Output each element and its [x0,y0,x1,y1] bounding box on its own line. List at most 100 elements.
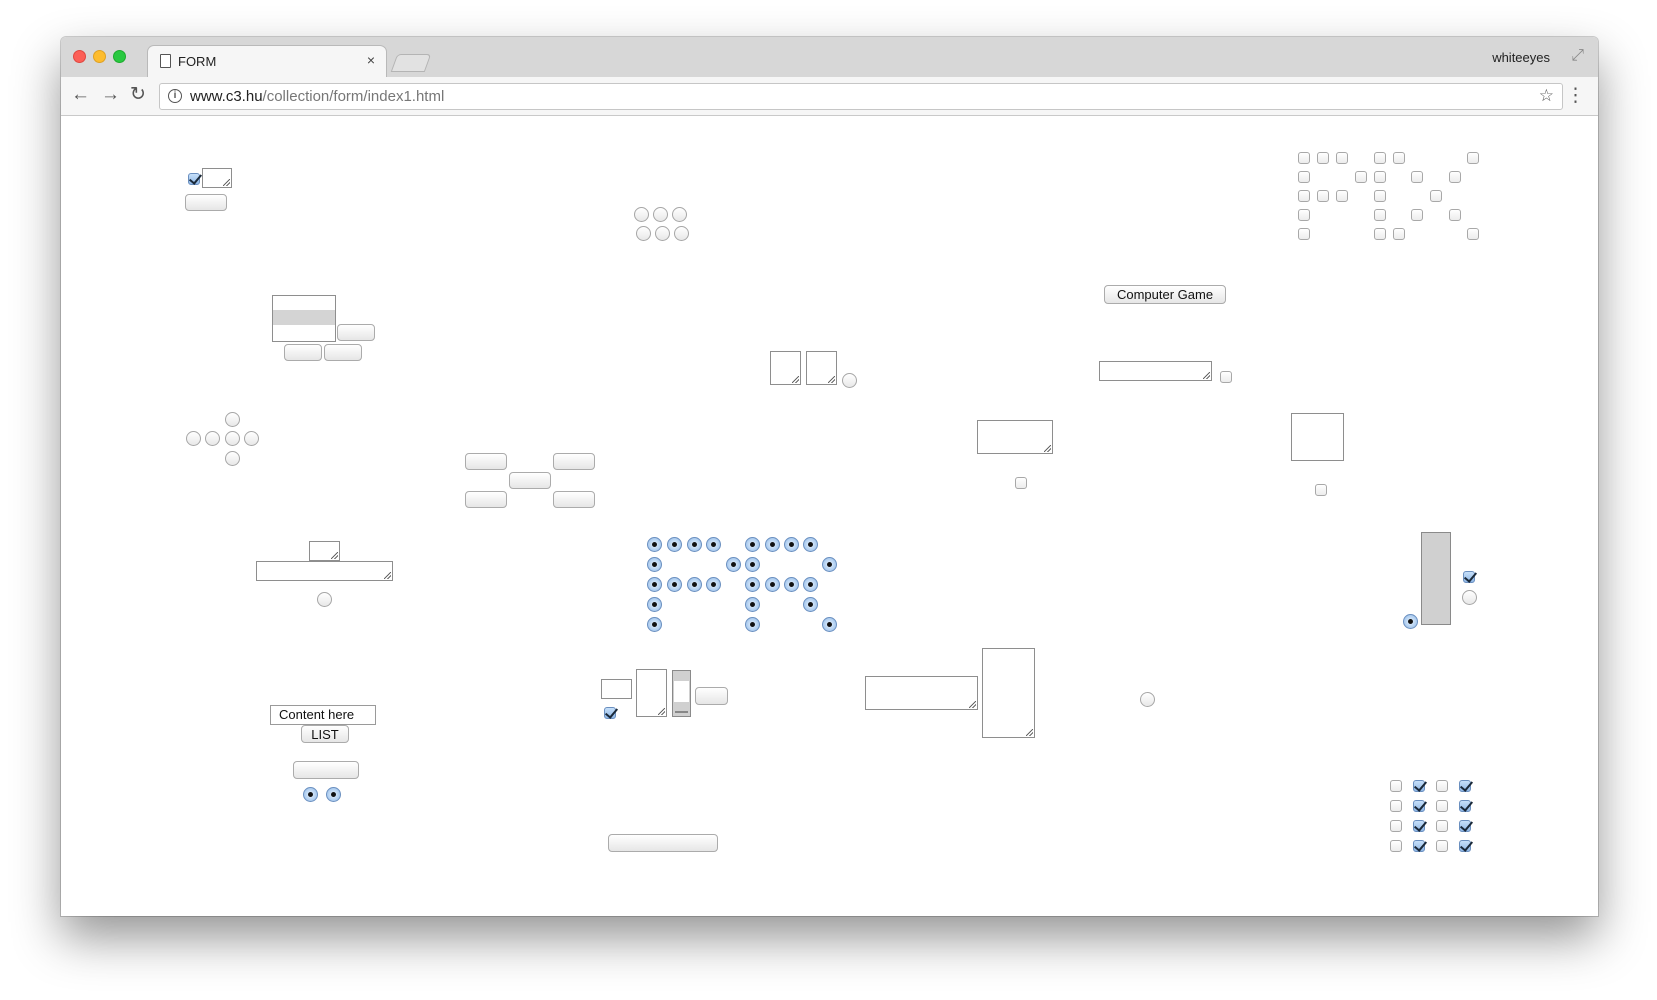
blank-button[interactable] [553,491,595,508]
textarea[interactable] [865,676,978,710]
checkbox[interactable] [1015,477,1027,489]
radio-button[interactable] [647,597,662,612]
radio-button[interactable] [745,597,760,612]
info-icon[interactable]: i [168,89,182,103]
checkbox[interactable] [1317,152,1329,164]
radio-button[interactable] [745,577,760,592]
textarea[interactable] [636,669,667,717]
checkbox[interactable] [1220,371,1232,383]
radio-button[interactable] [745,557,760,572]
radio-button[interactable] [706,577,721,592]
tab-close-icon[interactable]: × [367,52,375,68]
radio-button[interactable] [225,451,240,466]
url-text[interactable]: www.c3.hu/collection/form/index1.html [190,88,444,105]
checkbox[interactable] [1390,840,1402,852]
checkbox[interactable] [1390,780,1402,792]
profile-name[interactable]: whiteeyes [1492,50,1550,65]
blank-button[interactable] [553,453,595,470]
checkbox[interactable] [1413,780,1425,792]
radio-button[interactable] [822,557,837,572]
address-bar[interactable]: i www.c3.hu/collection/form/index1.html … [159,83,1563,110]
radio-button[interactable] [672,207,687,222]
radio-button[interactable] [1462,590,1477,605]
checkbox[interactable] [1436,800,1448,812]
radio-button[interactable] [784,537,799,552]
radio-button[interactable] [303,787,318,802]
checkbox[interactable] [1298,209,1310,221]
radio-button[interactable] [647,537,662,552]
checkbox[interactable] [1298,228,1310,240]
checkbox[interactable] [1436,820,1448,832]
radio-button[interactable] [667,577,682,592]
radio-button[interactable] [317,592,332,607]
checkbox[interactable] [1374,190,1386,202]
listbox[interactable] [272,295,336,342]
checkbox[interactable] [1298,190,1310,202]
maximize-window-button[interactable] [113,50,126,63]
checkbox[interactable] [1467,152,1479,164]
radio-button[interactable] [655,226,670,241]
radio-button[interactable] [803,597,818,612]
checkbox[interactable] [1459,800,1471,812]
menu-dots-icon[interactable]: ⋮ [1566,84,1585,107]
blank-button[interactable] [324,344,362,361]
checkbox[interactable] [1374,171,1386,183]
radio-button[interactable] [647,617,662,632]
checkbox[interactable] [1436,780,1448,792]
new-tab-button[interactable] [390,54,432,72]
radio-button[interactable] [653,207,668,222]
radio-button[interactable] [687,537,702,552]
checkbox[interactable] [1449,171,1461,183]
radio-button[interactable] [822,617,837,632]
listbox-selected-option[interactable] [273,310,335,325]
checkbox[interactable] [1315,484,1327,496]
textarea[interactable] [770,351,801,385]
blank-button[interactable] [465,453,507,470]
minimize-window-button[interactable] [93,50,106,63]
radio-button[interactable] [765,577,780,592]
blank-button[interactable] [608,834,718,852]
checkbox[interactable] [1413,800,1425,812]
radio-button[interactable] [784,577,799,592]
checkbox[interactable] [1390,800,1402,812]
radio-button[interactable] [244,431,259,446]
textarea[interactable] [977,420,1053,454]
blank-button[interactable] [509,472,551,489]
resize-icon[interactable]: ⤢ [1571,47,1584,65]
radio-button[interactable] [647,577,662,592]
checkbox[interactable] [1411,209,1423,221]
radio-button[interactable] [225,412,240,427]
checkbox[interactable] [1459,840,1471,852]
blank-button[interactable] [185,194,227,211]
scrollbar-thumb[interactable] [674,681,689,702]
radio-button[interactable] [205,431,220,446]
blank-button[interactable] [337,324,375,341]
checkbox[interactable] [1390,820,1402,832]
checkbox[interactable] [1355,171,1367,183]
radio-button[interactable] [634,207,649,222]
radio-button[interactable] [842,373,857,388]
radio-button[interactable] [745,537,760,552]
radio-button[interactable] [803,537,818,552]
radio-button[interactable] [1140,692,1155,707]
scrollbar[interactable] [672,670,691,717]
text-input[interactable] [601,679,632,699]
radio-button[interactable] [186,431,201,446]
checkbox[interactable] [1459,820,1471,832]
star-icon[interactable]: ☆ [1539,86,1554,106]
radio-button[interactable] [745,617,760,632]
textarea[interactable] [256,561,393,581]
checkbox[interactable] [1413,840,1425,852]
computer-game-button[interactable]: Computer Game [1104,285,1226,304]
checkbox[interactable] [188,173,200,185]
radio-button[interactable] [326,787,341,802]
radio-button[interactable] [647,557,662,572]
checkbox[interactable] [1374,152,1386,164]
checkbox[interactable] [1393,228,1405,240]
checkbox[interactable] [1298,152,1310,164]
checkbox[interactable] [1374,228,1386,240]
blank-button[interactable] [465,491,507,508]
checkbox[interactable] [1463,571,1475,583]
content-field[interactable]: Content here [270,705,376,725]
textarea[interactable] [806,351,837,385]
